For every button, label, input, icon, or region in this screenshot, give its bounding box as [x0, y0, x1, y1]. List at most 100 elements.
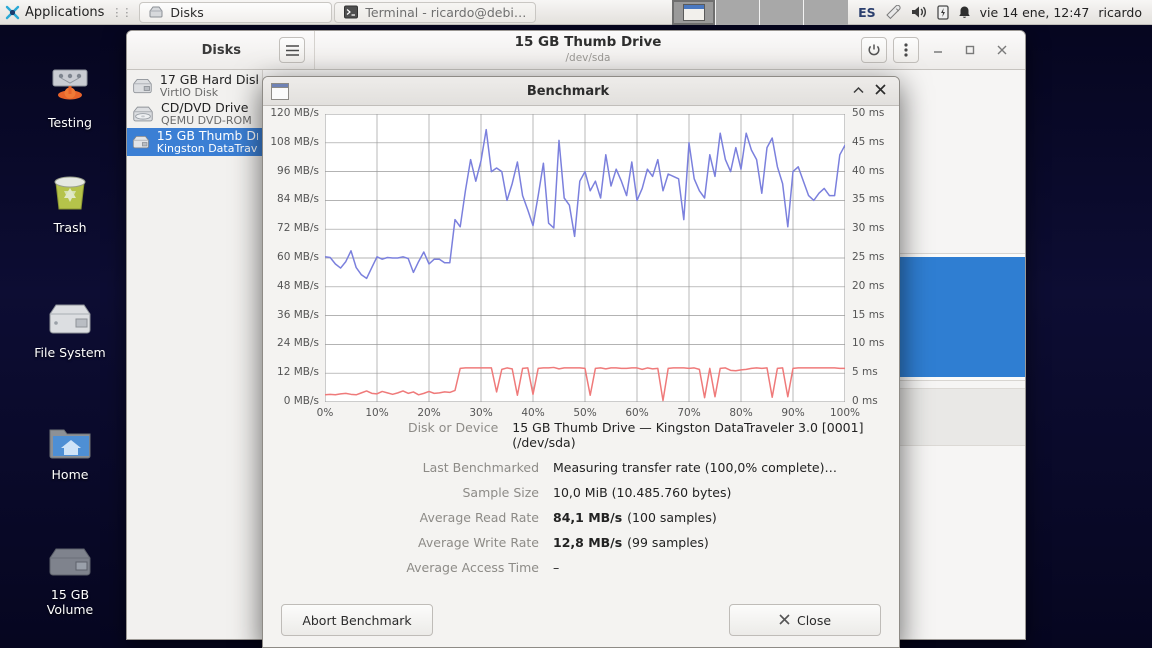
device-name: CD/DVD Drive [161, 101, 249, 115]
close-icon[interactable] [989, 37, 1015, 63]
device-model: QEMU DVD-ROM [161, 114, 252, 127]
detail-row-average-read-rate: Average Read Rate 84,1 MB/s (100 samples… [263, 510, 869, 525]
workspace-3[interactable] [760, 0, 805, 25]
detail-label: Last Benchmarked [422, 460, 539, 475]
y-axis-right-tick: 20 ms [852, 279, 885, 292]
workspace-4[interactable] [804, 0, 849, 25]
task-button-label: Disks [170, 4, 204, 20]
y-axis-left-tick: 72 MB/s [277, 222, 319, 235]
keyboard-layout-indicator[interactable]: ES [858, 5, 876, 20]
user-menu[interactable]: ricardo [1098, 5, 1144, 20]
task-button-disks[interactable]: Disks [139, 1, 333, 23]
speaker-icon[interactable] [911, 5, 928, 19]
benchmark-dialog: Benchmark 0 MB/s 12 MB/s 24 MB/s 36 MB/s 48 … [262, 76, 900, 648]
workspace-1[interactable] [672, 0, 717, 25]
desktop-icon-trash[interactable]: Trash [10, 165, 130, 235]
y-axis-right-tick: 10 ms [852, 337, 885, 350]
x-axis-tick: 100% [829, 407, 861, 419]
benchmark-titlebar: Benchmark [263, 77, 899, 106]
drive-removable-icon [132, 135, 149, 148]
disks-header-right [861, 31, 1025, 69]
desktop-icon-home[interactable]: Home [10, 412, 130, 482]
x-axis-tick: 70% [677, 407, 701, 419]
applications-menu-button[interactable]: Applications ⋮⋮ [0, 0, 137, 24]
maximize-icon[interactable] [957, 37, 983, 63]
network-icon[interactable] [885, 4, 902, 20]
y-axis-left-tick: 48 MB/s [277, 279, 319, 292]
desktop-icon-label-2: Volume [46, 602, 94, 617]
y-axis-right-tick: 50 ms [852, 107, 885, 119]
detail-value: 12,8 MB/s [553, 535, 623, 550]
minimize-icon[interactable] [925, 37, 951, 63]
power-icon[interactable] [861, 37, 887, 63]
xfce-mouse-icon [5, 5, 20, 20]
hamburger-menu-icon[interactable] [279, 37, 305, 63]
device-list-item-selected[interactable]: 15 GB Thumb Drive Kingston DataTraveler [127, 128, 262, 156]
y-axis-left-tick: 84 MB/s [277, 193, 319, 206]
detail-label: Sample Size [462, 485, 539, 500]
x-axis-tick: 90% [781, 407, 805, 419]
device-list-item[interactable]: 17 GB Hard Disk VirtIO Disk [127, 72, 262, 100]
device-name: 15 GB Thumb Drive [156, 129, 258, 143]
page-subtitle: /dev/sda [565, 52, 611, 64]
workspace-preview [682, 3, 705, 21]
y-axis-left-tick: 36 MB/s [277, 308, 319, 321]
disks-app-icon [149, 5, 163, 19]
close-button[interactable]: Close [729, 604, 881, 636]
disks-header-left: Disks [127, 31, 315, 69]
benchmark-details: Disk or Device 15 GB Thumb Drive — Kings… [263, 406, 899, 575]
terminal-app-icon [344, 5, 359, 19]
desktop-icon-15gb-volume[interactable]: 15 GB Volume [10, 532, 130, 617]
abort-benchmark-button[interactable]: Abort Benchmark [281, 604, 433, 636]
x-axis-tick: 40% [521, 407, 545, 419]
network-testing-icon [47, 60, 93, 110]
device-model: VirtIO Disk [159, 86, 219, 99]
drive-removable-icon [44, 532, 96, 582]
workspace-2[interactable] [716, 0, 761, 25]
vertical-dots-icon[interactable] [893, 37, 919, 63]
detail-row-last-benchmarked: Last Benchmarked Measuring transfer rate… [263, 460, 869, 475]
dialog-title: Benchmark [526, 83, 610, 99]
bell-icon[interactable] [958, 5, 971, 20]
detail-label: Average Access Time [406, 560, 539, 575]
y-axis-right-tick: 35 ms [852, 193, 885, 206]
device-model: Kingston DataTraveler [156, 142, 258, 155]
x-axis-tick: 60% [625, 407, 649, 419]
window-task-list: Disks Terminal - ricardo@debi… [137, 0, 537, 24]
window-icon [271, 82, 289, 100]
device-list-item[interactable]: CD/DVD Drive QEMU DVD-ROM [127, 100, 262, 128]
detail-value: Measuring transfer rate (100,0% complete… [553, 460, 837, 475]
close-icon[interactable] [869, 83, 891, 99]
close-button-label: Close [796, 612, 832, 628]
workspace-switcher [672, 0, 849, 25]
detail-label: Average Read Rate [419, 510, 539, 525]
cancel-x-icon [779, 613, 790, 628]
desktop-icon-label: File System [34, 345, 106, 360]
detail-label: Average Write Rate [418, 535, 539, 550]
desktop-icon-label: Testing [48, 115, 92, 130]
y-axis-left-tick: 108 MB/s [270, 135, 319, 148]
disks-app-label: Disks [201, 42, 241, 58]
benchmark-plot-svg [325, 114, 845, 402]
battery-icon[interactable] [937, 4, 949, 20]
folder-home-icon [46, 412, 94, 462]
desktop-icon-label: Trash [53, 220, 87, 235]
y-axis-right-tick: 25 ms [852, 251, 885, 263]
desktop-icon-testing[interactable]: Testing [10, 60, 130, 130]
applications-menu-label: Applications [25, 4, 105, 20]
x-axis-tick: 20% [417, 407, 441, 419]
panel-handle-icon[interactable]: ⋮⋮ [111, 6, 132, 19]
x-axis-tick: 10% [365, 407, 389, 419]
task-button-terminal[interactable]: Terminal - ricardo@debi… [334, 1, 537, 23]
benchmark-chart: 0 MB/s 12 MB/s 24 MB/s 36 MB/s 48 MB/s 60 MB/… [263, 106, 899, 419]
page-title: 15 GB Thumb Drive [514, 34, 662, 50]
desktop-icon-file-system[interactable]: File System [10, 290, 130, 360]
x-axis-tick: 0% [316, 407, 334, 419]
collapse-icon[interactable] [847, 84, 869, 99]
desktop-icon-label: 15 GB [50, 587, 90, 602]
x-axis-tick: 80% [729, 407, 753, 419]
clock[interactable]: vie 14 ene, 12:47 [980, 5, 1090, 20]
y-axis-right-tick: 30 ms [852, 222, 885, 235]
task-button-label: Terminal - ricardo@debi… [365, 4, 527, 20]
trash-icon [46, 165, 94, 215]
